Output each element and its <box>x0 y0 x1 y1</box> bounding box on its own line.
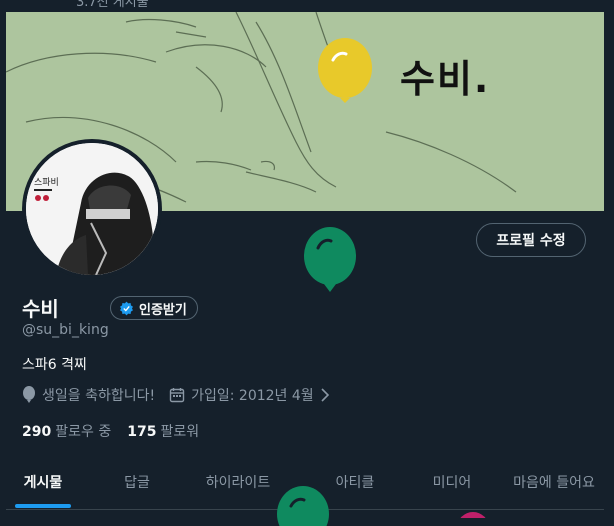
verified-badge-icon <box>120 301 133 315</box>
active-tab-indicator <box>15 504 71 508</box>
following-label: 팔로우 중 <box>55 424 112 440</box>
avatar[interactable]: 스파비 <box>22 139 162 279</box>
svg-text:스파비: 스파비 <box>34 177 59 188</box>
profile-name: 수비 <box>22 297 59 321</box>
followers-link[interactable]: 175 팔로워 <box>127 421 199 441</box>
balloon-icon <box>304 227 356 292</box>
following-link[interactable]: 290 팔로우 중 <box>22 421 111 441</box>
avatar-image: 스파비 <box>26 143 158 275</box>
following-count: 290 <box>22 424 52 440</box>
follow-stats: 290 팔로우 중 175 팔로워 <box>22 421 199 441</box>
edit-profile-button[interactable]: 프로필 수정 <box>476 223 586 257</box>
tab-label: 하이라이트 <box>205 475 271 491</box>
joined-text: 가입일: 2012년 4월 <box>191 388 314 404</box>
post-count: 3.7천 게시물 <box>76 0 149 10</box>
tab-label: 아티클 <box>335 475 375 491</box>
profile-bio: 스파6 격찌 <box>22 357 87 373</box>
followers-count: 175 <box>127 424 157 440</box>
balloon-icon <box>23 386 35 403</box>
tab-label: 마음에 들어요 <box>513 475 595 491</box>
profile-meta: 생일을 축하합니다! 가입일: 2012년 4월 <box>22 385 344 405</box>
get-verified-label: 인증받기 <box>139 302 187 318</box>
banner-text: 수비. <box>400 57 491 101</box>
top-bar: 3.7천 게시물 <box>0 0 614 12</box>
birthday-text: 생일을 축하합니다! <box>42 388 156 404</box>
tab-label: 게시물 <box>23 475 63 491</box>
tab-posts[interactable]: 게시물 <box>12 462 74 508</box>
profile-handle: @su_bi_king <box>22 322 109 338</box>
balloon-icon <box>277 486 329 526</box>
tab-articles[interactable]: 아티클 <box>320 462 390 502</box>
banner-balloon-icon <box>318 38 372 103</box>
tab-highlights[interactable]: 하이라이트 <box>190 462 286 502</box>
get-verified-button[interactable]: 인증받기 <box>110 296 198 320</box>
tab-replies[interactable]: 답글 <box>106 462 168 502</box>
chevron-right-icon <box>321 388 329 402</box>
joined-item[interactable]: 가입일: 2012년 4월 <box>169 385 330 405</box>
tab-label: 미디어 <box>432 475 472 491</box>
balloon-icon <box>460 512 486 518</box>
birthday-item: 생일을 축하합니다! <box>22 385 155 405</box>
calendar-icon <box>169 388 185 403</box>
tab-label: 답글 <box>124 475 150 491</box>
tab-media[interactable]: 미디어 <box>422 462 482 502</box>
followers-label: 팔로워 <box>160 424 200 440</box>
tab-likes[interactable]: 마음에 들어요 <box>504 462 604 502</box>
